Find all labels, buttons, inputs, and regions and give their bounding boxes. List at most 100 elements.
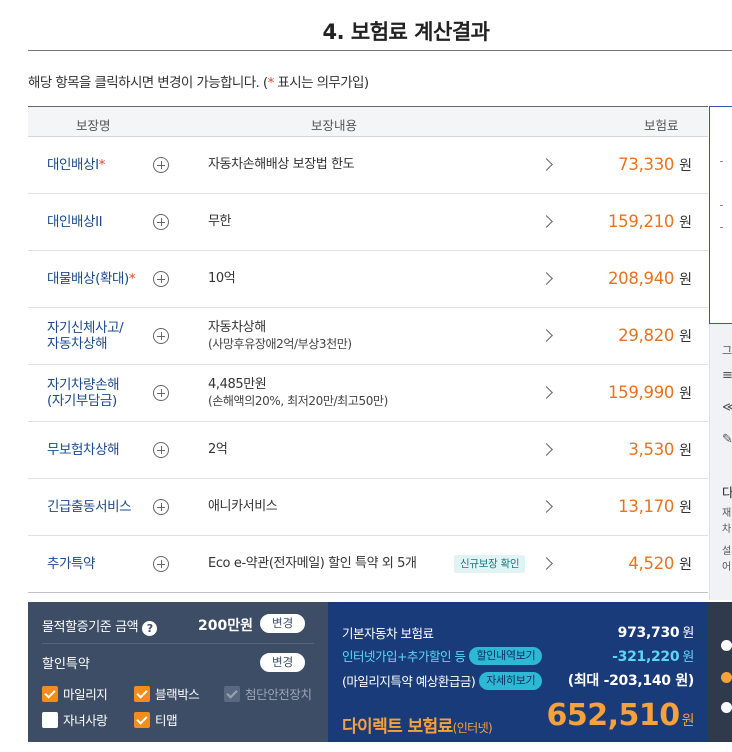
premium-amount: 208,940: [607, 269, 675, 288]
base-premium-value: 973,730 원: [618, 622, 695, 641]
coverage-premium: 3,530 원: [628, 440, 692, 460]
base-premium-unit: 원: [682, 626, 694, 641]
help-icon[interactable]: ?: [142, 621, 158, 636]
base-premium-label: 기본자동차 보험료: [342, 626, 434, 641]
coverage-name[interactable]: 대물배상(확대)*: [47, 271, 136, 287]
premium-unit: 원: [679, 386, 692, 402]
chevron-right-icon[interactable]: [540, 215, 553, 228]
online-discount-label: 인터넷가입+추가할인 등: [342, 649, 466, 664]
coverage-name[interactable]: 무보험차상해: [47, 442, 120, 458]
side-menu[interactable]: 그 ≡ ≪ ✎ 다 재 차 설 어: [709, 324, 732, 600]
side-label-3: 재: [722, 508, 732, 519]
header-premium: 보험료: [644, 118, 679, 133]
premium-unit: 원: [679, 329, 692, 345]
new-coverage-badge[interactable]: 신규보장 확인: [454, 555, 526, 573]
side-label-1: 그: [722, 344, 732, 357]
coverage-name[interactable]: 대인배상I*: [47, 157, 105, 173]
total-unit: 원: [681, 713, 695, 729]
chevron-right-icon[interactable]: [540, 329, 553, 342]
checkbox-label: 자녀사랑: [63, 713, 108, 728]
checkbox-label: 첨단안전장치: [245, 687, 312, 702]
coverage-name-text: 대물배상(확대): [47, 271, 129, 287]
expand-plus-icon[interactable]: [153, 499, 169, 515]
coverage-detail[interactable]: Eco e-약관(전자메일) 할인 특약 외 5개: [208, 556, 417, 572]
coverage-detail[interactable]: 자동차손해배상 보장법 한도: [208, 157, 355, 173]
discount-checkbox: 첨단안전장치: [224, 684, 312, 703]
chevron-right-icon[interactable]: [540, 443, 553, 456]
expand-plus-icon[interactable]: [153, 385, 169, 401]
checkbox-icon[interactable]: [42, 711, 58, 728]
coverage-detail[interactable]: 자동차상해 (사망후유장애2억/부상3천만): [208, 320, 352, 352]
discount-detail-button[interactable]: 할인내역보기: [469, 646, 543, 665]
chevron-right-icon[interactable]: [540, 158, 553, 171]
coverage-table: 보장명 보장내용 보험료 대인배상I* 자동차손해배상 보장법 한도 73,330 원…: [28, 106, 708, 593]
expand-plus-icon[interactable]: [153, 328, 169, 344]
side-icon-1[interactable]: ≡: [722, 368, 732, 383]
checkbox-icon[interactable]: [134, 685, 150, 702]
coverage-detail-sub: (손해액의20%, 최저20만/최고50만): [208, 394, 388, 408]
discount-change-button[interactable]: 변경: [260, 653, 306, 672]
coverage-name[interactable]: 자기차량손해 (자기부담금): [47, 377, 120, 409]
expand-plus-icon[interactable]: [153, 442, 169, 458]
chevron-right-icon[interactable]: [540, 500, 553, 513]
premium-amount: 3,530: [628, 440, 675, 459]
expand-plus-icon[interactable]: [153, 271, 169, 287]
coverage-detail[interactable]: 무한: [208, 214, 232, 230]
required-mark: *: [98, 157, 106, 173]
discount-checkbox[interactable]: 마일리지: [42, 684, 108, 703]
coverage-detail-text: 자동차상해: [208, 320, 266, 335]
table-row[interactable]: 자기신체사고/ 자동차상해 자동차상해 (사망후유장애2억/부상3천만) 29,820…: [28, 308, 708, 365]
action-icon-1[interactable]: [721, 640, 732, 651]
coverage-detail-sub: (사망후유장애2억/부상3천만): [208, 337, 352, 351]
property-change-button[interactable]: 변경: [260, 614, 306, 633]
options-divider: [42, 643, 314, 644]
chevron-right-icon[interactable]: [540, 272, 553, 285]
table-row[interactable]: 긴급출동서비스 애니카서비스 13,170 원: [28, 479, 708, 536]
checkbox-icon[interactable]: [42, 685, 58, 702]
notice-before: 해당 항목을 클릭하시면 변경이 가능합니다. (: [28, 75, 268, 91]
required-mark: *: [128, 271, 136, 287]
side-label-6: 어: [722, 562, 732, 573]
coverage-detail[interactable]: 2억: [208, 442, 228, 458]
chevron-right-icon[interactable]: [540, 557, 553, 570]
discount-checkbox[interactable]: 티맵: [134, 710, 178, 729]
action-icon-2[interactable]: [721, 672, 732, 683]
coverage-name[interactable]: 추가특약: [47, 556, 95, 572]
coverage-detail[interactable]: 4,485만원 (손해액의20%, 최저20만/최고50만): [208, 377, 388, 409]
side-info-panel: [709, 106, 732, 324]
table-row[interactable]: 대물배상(확대)* 10억 208,940 원: [28, 251, 708, 308]
expand-plus-icon[interactable]: [153, 214, 169, 230]
side-label-5: 설: [722, 546, 732, 557]
checkbox-icon[interactable]: [134, 711, 150, 728]
table-row[interactable]: 자기차량손해 (자기부담금) 4,485만원 (손해액의20%, 최저20만/최고5…: [28, 365, 708, 422]
property-threshold-label: 물적할증기준 금액: [42, 620, 139, 635]
online-discount-unit: 원: [682, 650, 694, 665]
options-panel: 물적할증기준 금액? 200만원 변경 할인특약 변경 마일리지 블랙박스 첨단안전…: [28, 602, 328, 742]
table-row[interactable]: 대인배상II 무한 159,210 원: [28, 194, 708, 251]
premium-amount: 29,820: [618, 326, 675, 345]
notice-after: 표시는 의무가입): [273, 75, 369, 91]
expand-plus-icon[interactable]: [153, 556, 169, 572]
chevron-right-icon[interactable]: [540, 386, 553, 399]
coverage-name[interactable]: 자기신체사고/ 자동차상해: [47, 320, 124, 352]
table-row[interactable]: 대인배상I* 자동차손해배상 보장법 한도 73,330 원: [28, 137, 708, 194]
coverage-name[interactable]: 긴급출동서비스: [47, 499, 132, 515]
table-row[interactable]: 무보험차상해 2억 3,530 원: [28, 422, 708, 479]
expand-plus-icon[interactable]: [153, 157, 169, 173]
mileage-detail-button[interactable]: 자세히보기: [479, 671, 543, 690]
table-row[interactable]: 추가특약 Eco e-약관(전자메일) 할인 특약 외 5개 신규보장 확인 4,52…: [28, 536, 708, 593]
discount-checkbox[interactable]: 블랙박스: [134, 684, 200, 703]
coverage-detail[interactable]: 10억: [208, 271, 236, 287]
edit-icon[interactable]: ✎: [722, 432, 732, 447]
coverage-detail[interactable]: 애니카서비스: [208, 499, 278, 515]
coverage-premium: 159,990 원: [608, 383, 692, 403]
share-icon[interactable]: ≪: [722, 400, 732, 415]
coverage-name-text: 무보험차상해: [47, 442, 120, 458]
mileage-refund-label: (마일리지특약 예상환급금): [342, 674, 476, 689]
discount-checkbox[interactable]: 자녀사랑: [42, 710, 108, 729]
action-icon-3[interactable]: [721, 702, 732, 713]
header-name: 보장명: [76, 118, 111, 133]
coverage-name[interactable]: 대인배상II: [47, 214, 103, 230]
coverage-name-text: 추가특약: [47, 556, 96, 572]
coverage-name-text: 자기신체사고/ 자동차상해: [47, 320, 124, 352]
